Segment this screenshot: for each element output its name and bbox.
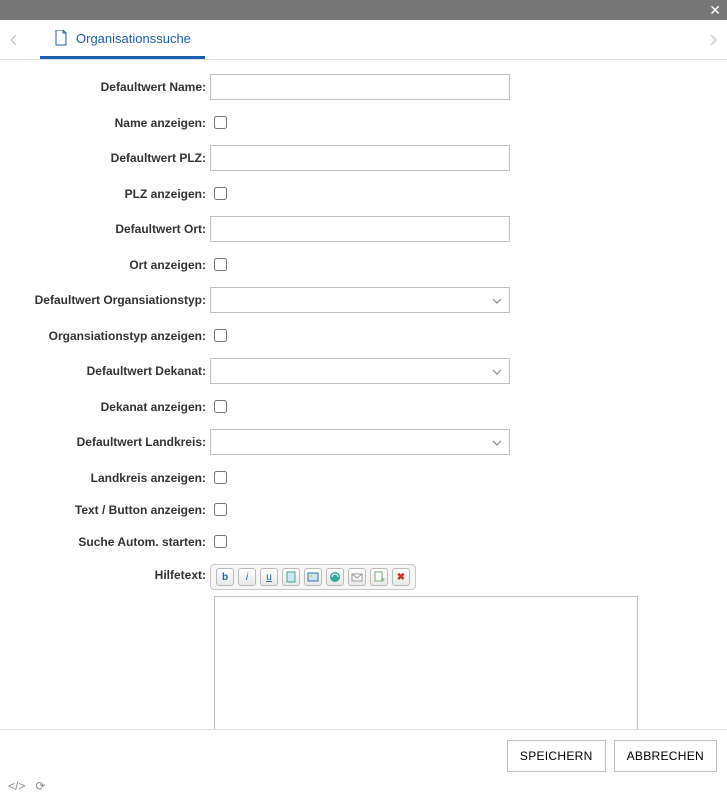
footer: SPEICHERN ABBRECHEN </> ⟳	[0, 729, 727, 799]
dekanat-show-label: Dekanat anzeigen:	[30, 400, 210, 414]
underline-icon[interactable]: u	[260, 568, 278, 586]
code-view-icon[interactable]: </>	[8, 779, 25, 793]
default-ort-input[interactable]	[210, 216, 510, 242]
helptext-label: Hilfetext:	[30, 564, 210, 582]
plz-show-checkbox[interactable]	[214, 187, 227, 200]
default-plz-input[interactable]	[210, 145, 510, 171]
delete-icon[interactable]: ✖	[392, 568, 410, 586]
document-insert-icon[interactable]	[282, 568, 300, 586]
plz-show-label: PLZ anzeigen:	[30, 187, 210, 201]
tab-prev-arrow-icon[interactable]	[6, 32, 22, 48]
title-bar: ✕	[0, 0, 727, 20]
default-ort-label: Defaultwert Ort:	[30, 222, 210, 236]
name-show-label: Name anzeigen:	[30, 116, 210, 130]
image-insert-icon[interactable]	[304, 568, 322, 586]
name-show-checkbox[interactable]	[214, 116, 227, 129]
svg-text:+: +	[381, 577, 385, 583]
default-name-label: Defaultwert Name:	[30, 80, 210, 94]
italic-icon[interactable]: i	[238, 568, 256, 586]
landkreis-show-label: Landkreis anzeigen:	[30, 471, 210, 485]
refresh-icon[interactable]: ⟳	[35, 779, 45, 793]
tab-title: Organisationssuche	[76, 31, 191, 46]
tab-strip: Organisationssuche	[0, 20, 727, 60]
close-icon[interactable]: ✕	[709, 2, 721, 19]
tab-organisationssuche[interactable]: Organisationssuche	[40, 20, 205, 59]
default-plz-label: Defaultwert PLZ:	[30, 151, 210, 165]
auto-search-label: Suche Autom. starten:	[30, 535, 210, 549]
page-add-icon[interactable]: +	[370, 568, 388, 586]
cancel-button[interactable]: ABBRECHEN	[614, 740, 717, 772]
document-icon	[54, 30, 68, 46]
link-insert-icon[interactable]	[326, 568, 344, 586]
tab-next-arrow-icon[interactable]	[705, 32, 721, 48]
text-button-show-checkbox[interactable]	[214, 503, 227, 516]
default-landkreis-label: Defaultwert Landkreis:	[30, 435, 210, 449]
default-name-input[interactable]	[210, 74, 510, 100]
default-orgtype-label: Defaultwert Organsiationstyp:	[30, 293, 210, 307]
form-scroll-area[interactable]: Defaultwert Name: Name anzeigen: Default…	[0, 60, 727, 729]
landkreis-show-checkbox[interactable]	[214, 471, 227, 484]
orgtype-show-checkbox[interactable]	[214, 329, 227, 342]
default-orgtype-select[interactable]	[210, 287, 510, 313]
save-button[interactable]: SPEICHERN	[507, 740, 606, 772]
mail-insert-icon[interactable]	[348, 568, 366, 586]
default-landkreis-select[interactable]	[210, 429, 510, 455]
auto-search-checkbox[interactable]	[214, 535, 227, 548]
default-dekanat-select[interactable]	[210, 358, 510, 384]
helptext-textarea[interactable]	[214, 596, 638, 729]
default-dekanat-label: Defaultwert Dekanat:	[30, 364, 210, 378]
ort-show-checkbox[interactable]	[214, 258, 227, 271]
rte-toolbar: b i u + ✖	[210, 564, 416, 590]
ort-show-label: Ort anzeigen:	[30, 258, 210, 272]
orgtype-show-label: Organsiationstyp anzeigen:	[30, 329, 210, 343]
dekanat-show-checkbox[interactable]	[214, 400, 227, 413]
text-button-show-label: Text / Button anzeigen:	[30, 503, 210, 517]
bold-icon[interactable]: b	[216, 568, 234, 586]
